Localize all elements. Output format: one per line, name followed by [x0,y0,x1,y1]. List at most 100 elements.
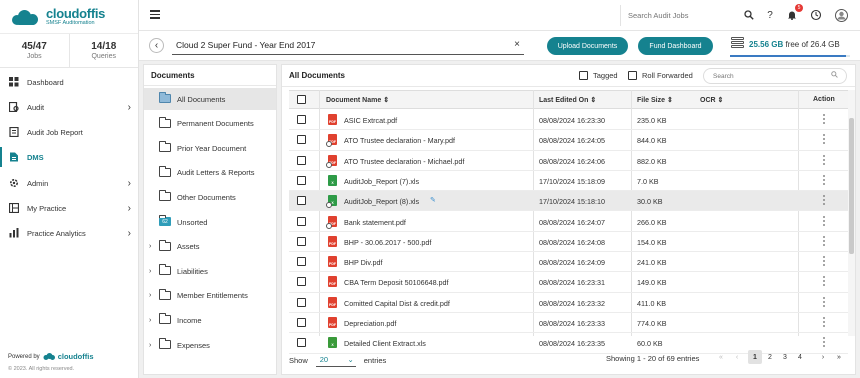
prev-page-icon[interactable]: ‹ [730,350,744,364]
brand-logo[interactable]: cloudoffis SMSF Auditomation [0,0,138,34]
row-checkbox[interactable] [297,135,306,145]
table-row[interactable]: PDF CBA Term Deposit 50106648.pdf 08/08/20… [289,272,848,293]
folder-item[interactable]: › Expenses [144,334,276,356]
more-actions-icon[interactable] [823,215,825,226]
chevron-right-icon[interactable]: › [149,317,151,324]
document-name[interactable]: ATO Trustee declaration - Mary.pdf [344,136,455,145]
more-actions-icon[interactable] [823,154,825,165]
table-row[interactable]: X AuditJob_Report (7).xls 17/10/2024 15:18… [289,171,848,192]
folder-item[interactable]: All Documents [144,88,276,110]
search-icon[interactable] [831,71,838,80]
last-page-icon[interactable]: » [832,350,846,364]
more-actions-icon[interactable] [823,337,825,348]
row-checkbox[interactable] [297,257,306,267]
edit-icon[interactable]: ✎ [430,196,436,204]
row-checkbox[interactable] [297,196,306,206]
column-file-size[interactable]: File Size ⇕ [637,96,673,104]
nav-item-dms[interactable]: DMS [0,147,139,167]
job-selector[interactable]: Cloud 2 Super Fund - Year End 2017 × [172,38,524,55]
row-checkbox[interactable] [297,175,306,185]
chevron-right-icon[interactable]: › [149,342,151,349]
sync-icon[interactable] [809,8,823,22]
row-checkbox[interactable] [297,277,306,287]
avatar[interactable] [834,8,848,22]
chevron-right-icon[interactable]: › [149,243,151,250]
first-page-icon[interactable]: « [714,350,728,364]
more-actions-icon[interactable] [823,296,825,307]
more-actions-icon[interactable] [823,256,825,267]
search-icon[interactable] [742,8,756,22]
folder-item[interactable]: Other Documents [144,186,276,208]
table-row[interactable]: PDF ATO Trustee declaration - Mary.pdf 08/… [289,130,848,151]
document-name[interactable]: Depreciation.pdf [344,319,396,328]
row-checkbox[interactable] [297,297,306,307]
more-actions-icon[interactable] [823,235,825,246]
chevron-right-icon[interactable]: › [149,268,151,275]
clear-icon[interactable]: × [514,39,520,50]
roll-forwarded-checkbox[interactable] [628,71,637,80]
table-row[interactable]: PDF Bank statement.pdf 08/08/2024 16:24:07… [289,212,848,232]
page-size-select[interactable]: 20 ⌄ [315,353,356,367]
table-scrollbar[interactable] [848,90,855,336]
more-actions-icon[interactable] [823,134,825,145]
page-button[interactable]: 1 [748,350,762,364]
upload-documents-button[interactable]: Upload Documents [547,37,628,55]
more-actions-icon[interactable] [823,114,825,124]
menu-icon[interactable] [150,10,160,19]
column-document-name[interactable]: Document Name ⇕ [326,96,389,104]
more-actions-icon[interactable] [823,317,825,327]
nav-item-admin[interactable]: Admin › [0,173,139,193]
document-name[interactable]: BHP Div.pdf [344,258,382,267]
tagged-filter[interactable]: Tagged [579,71,618,80]
table-row[interactable]: PDF BHP - 30.06.2017 - 500.pdf 08/08/2024 … [289,232,848,253]
folder-item[interactable]: Audit Letters & Reports [144,162,276,184]
page-button[interactable]: 4 [793,350,807,364]
page-button[interactable]: 2 [763,350,777,364]
nav-item-audit-job-report[interactable]: Audit Job Report [0,122,139,142]
document-name[interactable]: BHP - 30.06.2017 - 500.pdf [344,238,431,247]
document-name[interactable]: AuditJob_Report (8).xls [344,197,419,206]
folder-item[interactable]: › Member Entitlements [144,285,276,307]
roll-forwarded-filter[interactable]: Roll Forwarded [628,71,693,80]
row-checkbox[interactable] [297,115,306,124]
nav-item-my-practice[interactable]: My Practice › [0,198,139,218]
row-checkbox[interactable] [297,236,306,246]
document-name[interactable]: CBA Term Deposit 50106648.pdf [344,278,449,287]
nav-item-dashboard[interactable]: Dashboard [0,72,139,92]
more-actions-icon[interactable] [823,195,825,206]
document-name[interactable]: AuditJob_Report (7).xls [344,177,419,186]
back-button[interactable]: ‹ [149,38,164,53]
folder-item[interactable]: Permanent Documents [144,113,276,135]
bell-icon[interactable]: 5 [785,4,803,22]
stat-jobs[interactable]: 45/47 Jobs [0,34,69,67]
folder-item[interactable]: Prior Year Document [144,137,276,159]
fund-dashboard-button[interactable]: Fund Dashboard [638,37,713,55]
folder-item[interactable]: › Liabilities [144,260,276,282]
document-name[interactable]: Bank statement.pdf [344,218,406,227]
help-icon[interactable]: ? [763,8,777,22]
page-button[interactable]: 3 [778,350,792,364]
column-last-edited[interactable]: Last Edited On ⇕ [539,96,596,104]
tagged-checkbox[interactable] [579,71,588,80]
nav-item-practice-analytics[interactable]: Practice Analytics › [0,223,139,243]
next-page-icon[interactable]: › [816,350,830,364]
document-name[interactable]: ASIC Extrcat.pdf [344,116,397,125]
table-row[interactable]: PDF ASIC Extrcat.pdf 08/08/2024 16:23:30 23… [289,110,848,131]
document-name[interactable]: ATO Trustee declaration - Michael.pdf [344,157,464,166]
row-checkbox[interactable] [297,338,306,348]
more-actions-icon[interactable] [823,276,825,287]
document-search-input[interactable] [704,69,824,83]
more-actions-icon[interactable] [823,174,825,185]
table-row[interactable]: PDF ATO Trustee declaration - Michael.pdf… [289,151,848,171]
nav-item-audit[interactable]: Audit › [0,97,139,117]
row-checkbox[interactable] [297,155,306,165]
document-name[interactable]: Comitted Capital Dist & credit.pdf [344,299,450,308]
folder-item[interactable]: › Income [144,309,276,331]
row-checkbox[interactable] [297,318,306,327]
folder-item[interactable]: › Assets [144,236,276,258]
chevron-right-icon[interactable]: › [149,292,151,299]
table-row[interactable]: PDF BHP Div.pdf 08/08/2024 16:24:09 241.0 K… [289,252,848,273]
table-row[interactable]: PDF Comitted Capital Dist & credit.pdf 08/… [289,293,848,313]
scrollbar-thumb[interactable] [849,118,854,254]
audit-job-search-input[interactable] [621,5,719,26]
